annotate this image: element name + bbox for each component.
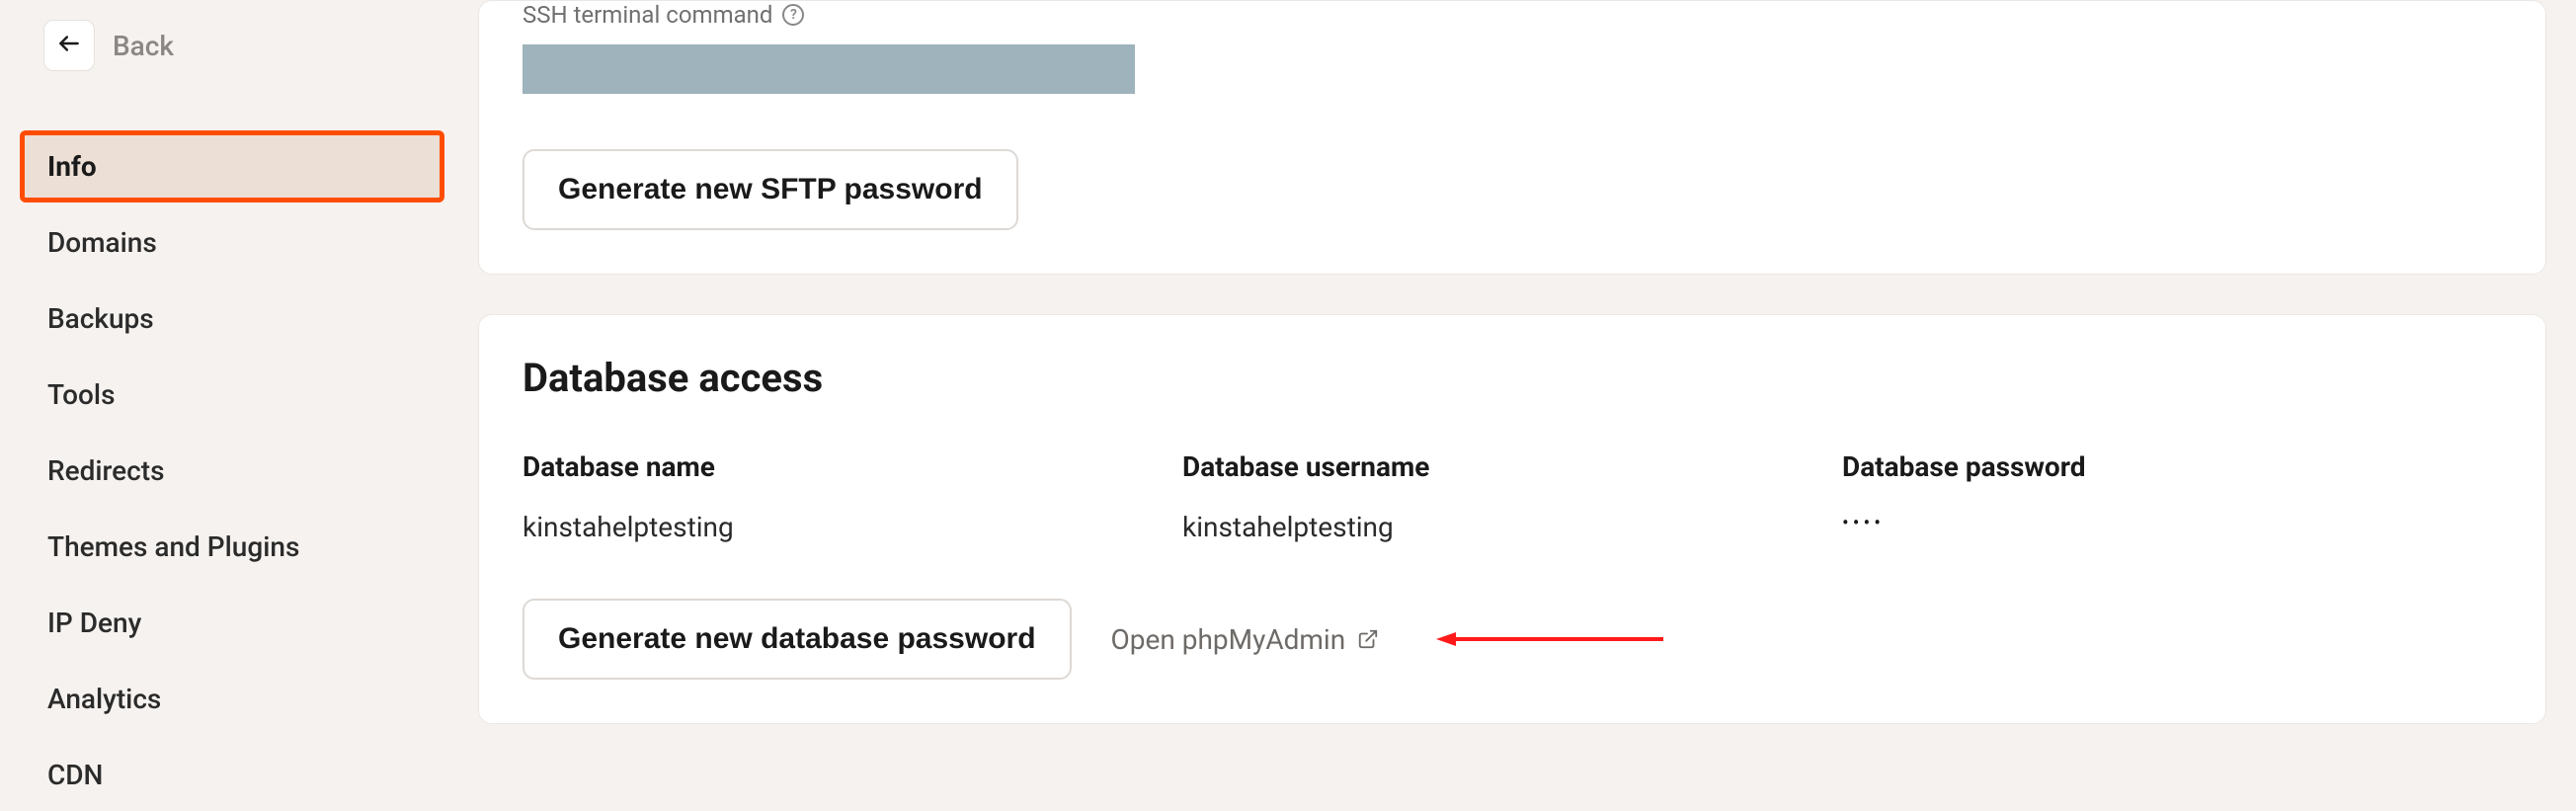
link-label: Open phpMyAdmin — [1111, 623, 1346, 656]
sidebar-item-label: Tools — [47, 378, 115, 411]
annotation-arrow-icon — [1436, 629, 1663, 649]
ssh-card: SSH terminal command ? Generate new SFTP… — [478, 0, 2546, 275]
back-button[interactable] — [43, 20, 95, 71]
sidebar-item-label: Domains — [47, 226, 157, 259]
help-icon[interactable]: ? — [782, 4, 804, 26]
database-name-value: kinstahelptesting — [523, 511, 1182, 543]
open-phpmyadmin-link[interactable]: Open phpMyAdmin — [1111, 623, 1380, 656]
sidebar-item-analytics[interactable]: Analytics — [20, 663, 444, 735]
sidebar-item-backups[interactable]: Backups — [20, 283, 444, 355]
sidebar-item-label: IP Deny — [47, 607, 141, 639]
database-password-value: •••• — [1842, 511, 2502, 534]
sidebar-item-label: CDN — [47, 759, 103, 791]
sidebar-item-info[interactable]: Info — [20, 130, 444, 203]
database-username-value: kinstahelptesting — [1182, 511, 1842, 543]
database-grid: Database name kinstahelptesting Database… — [523, 450, 2502, 543]
sidebar-item-cdn[interactable]: CDN — [20, 739, 444, 811]
database-password-column: Database password •••• — [1842, 450, 2502, 543]
back-button-row: Back — [20, 20, 444, 71]
sidebar-item-label: Themes and Plugins — [47, 530, 299, 563]
sidebar-nav: Info Domains Backups Tools Redirects The… — [20, 130, 444, 811]
external-link-icon — [1357, 628, 1379, 650]
sidebar-item-tools[interactable]: Tools — [20, 359, 444, 431]
sidebar-item-label: Redirects — [47, 454, 165, 487]
main-content: SSH terminal command ? Generate new SFTP… — [464, 0, 2576, 753]
database-access-title: Database access — [523, 355, 2502, 401]
button-label: Generate new SFTP password — [558, 173, 983, 206]
sidebar: Back Info Domains Backups Tools Redirect… — [0, 0, 464, 753]
sidebar-item-themes-plugins[interactable]: Themes and Plugins — [20, 511, 444, 583]
back-label[interactable]: Back — [113, 30, 174, 62]
database-username-label: Database username — [1182, 450, 1842, 483]
database-password-label: Database password — [1842, 450, 2502, 483]
ssh-command-redacted — [523, 44, 1135, 94]
button-label: Generate new database password — [558, 622, 1036, 656]
database-access-card: Database access Database name kinstahelp… — [478, 314, 2546, 724]
sidebar-item-domains[interactable]: Domains — [20, 206, 444, 279]
generate-sftp-password-button[interactable]: Generate new SFTP password — [523, 149, 1018, 230]
sidebar-item-label: Backups — [47, 302, 154, 335]
sidebar-item-label: Info — [47, 150, 97, 183]
database-action-row: Generate new database password Open phpM… — [523, 599, 2502, 680]
generate-db-password-button[interactable]: Generate new database password — [523, 599, 1072, 680]
sidebar-item-ip-deny[interactable]: IP Deny — [20, 587, 444, 659]
ssh-command-label: SSH terminal command — [523, 1, 772, 29]
database-username-column: Database username kinstahelptesting — [1182, 450, 1842, 543]
database-name-label: Database name — [523, 450, 1182, 483]
sidebar-item-redirects[interactable]: Redirects — [20, 435, 444, 507]
ssh-label-row: SSH terminal command ? — [523, 1, 2502, 29]
database-name-column: Database name kinstahelptesting — [523, 450, 1182, 543]
sidebar-item-label: Analytics — [47, 683, 161, 715]
arrow-left-icon — [56, 31, 82, 60]
